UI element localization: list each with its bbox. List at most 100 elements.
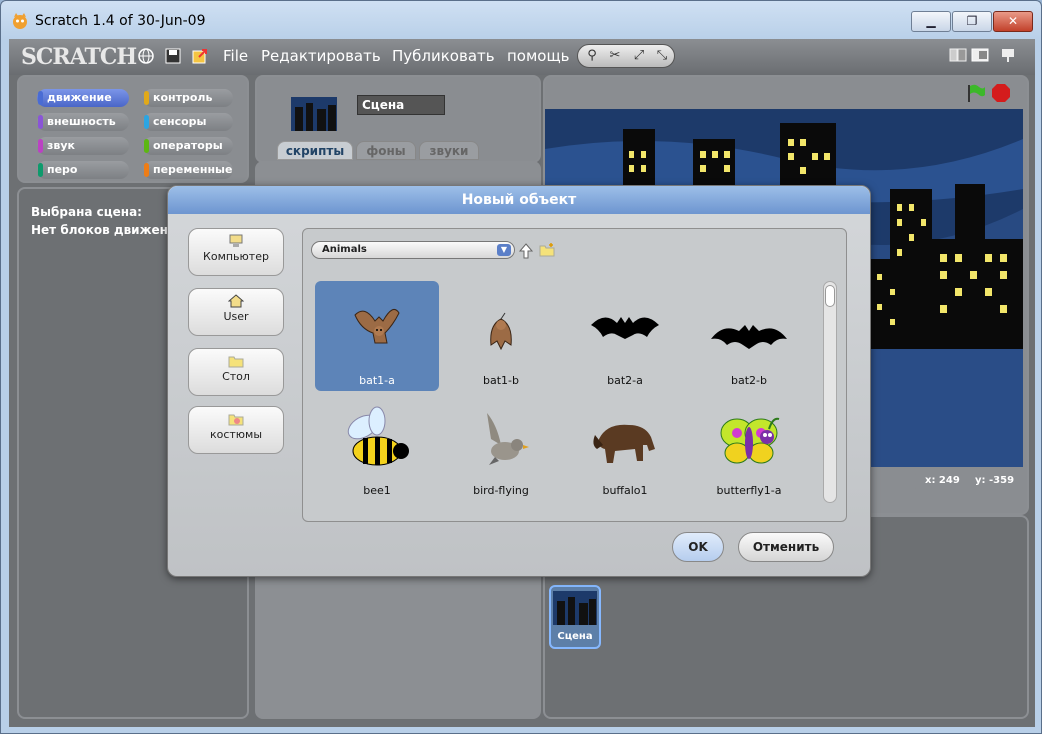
palette-text-2: Нет блоков движения xyxy=(31,223,185,237)
coord-y: y: -359 xyxy=(975,475,1015,486)
grow-tool-icon[interactable]: ⤢ xyxy=(628,48,650,66)
category-control[interactable]: контроль xyxy=(143,89,233,107)
sprite-tools-group: ⚲ ✂ ⤢ ⤡ xyxy=(577,44,675,68)
bat-black-wide-image xyxy=(711,325,787,349)
application-window: Scratch 1.4 of 30-Jun-09 ▁ ❐ ✕ SCRATCH F… xyxy=(0,0,1042,734)
costume-item[interactable]: bee1 xyxy=(315,391,439,501)
sprite-name-field[interactable]: Сцена xyxy=(357,95,445,115)
shrink-tool-icon[interactable]: ⤡ xyxy=(651,48,673,66)
costume-label: butterfly1-a xyxy=(716,484,782,497)
dialog-title: Новый объект xyxy=(168,186,870,214)
costume-label: bat1-a xyxy=(359,374,395,387)
home-icon xyxy=(228,294,244,308)
costume-label: bee1 xyxy=(363,484,391,497)
bat-black-image xyxy=(591,317,659,339)
stage-thumbnail xyxy=(291,97,337,131)
category-label: сенсоры xyxy=(153,115,207,128)
menu-edit[interactable]: Редактировать xyxy=(261,47,381,65)
category-variables[interactable]: переменные xyxy=(143,161,233,179)
scrollbar-thumb[interactable] xyxy=(825,285,835,307)
computer-button[interactable]: Компьютер xyxy=(188,228,284,276)
costume-item[interactable]: butterfly1-a xyxy=(687,391,811,501)
globe-icon[interactable] xyxy=(137,47,155,65)
cancel-button[interactable]: Отменить xyxy=(738,532,834,562)
tab-scripts[interactable]: скрипты xyxy=(277,141,353,160)
folder-dropdown[interactable]: Animals ▼ xyxy=(311,241,515,259)
new-folder-icon[interactable] xyxy=(539,243,555,257)
share-icon[interactable] xyxy=(191,47,209,65)
scratch-logo: SCRATCH xyxy=(21,44,137,70)
user-button[interactable]: User xyxy=(188,288,284,336)
costume-label: bat2-a xyxy=(607,374,643,387)
category-motion[interactable]: движение xyxy=(37,89,129,107)
green-flag-icon[interactable] xyxy=(965,83,987,103)
stage-tile-label: Сцена xyxy=(557,631,593,642)
desktop-button-label: Стол xyxy=(222,370,250,383)
maximize-button[interactable]: ❐ xyxy=(952,11,992,32)
costume-item[interactable]: bat1-b xyxy=(439,281,563,391)
costume-item[interactable]: buffalo1 xyxy=(563,391,687,501)
butterfly-image xyxy=(720,417,780,464)
bee-image xyxy=(347,406,409,466)
chevron-down-icon: ▼ xyxy=(497,244,511,256)
file-browser: Animals ▼ bat1-a bat1-b bat2-a bat2-b be… xyxy=(302,228,847,522)
coord-x: x: 249 xyxy=(925,475,960,486)
category-label: внешность xyxy=(47,115,116,128)
stage-tile-thumbnail xyxy=(553,591,597,625)
stop-icon[interactable] xyxy=(991,83,1011,103)
stage-sprite-tile[interactable]: Сцена xyxy=(549,585,601,649)
category-operators[interactable]: операторы xyxy=(143,137,233,155)
tab-sounds[interactable]: звуки xyxy=(419,141,479,160)
menu-help[interactable]: помощь xyxy=(507,47,569,65)
category-sensing[interactable]: сенсоры xyxy=(143,113,233,131)
buffalo-image xyxy=(593,424,655,463)
desktop-button[interactable]: Стол xyxy=(188,348,284,396)
title-bar[interactable]: Scratch 1.4 of 30-Jun-09 ▁ ❐ ✕ xyxy=(1,1,1041,39)
folder-name: Animals xyxy=(322,244,367,255)
bat-brown-image xyxy=(354,308,400,344)
costume-item[interactable]: bat2-b xyxy=(687,281,811,391)
category-label: операторы xyxy=(153,139,223,152)
costume-label: bat1-b xyxy=(483,374,519,387)
folder-icon xyxy=(228,356,244,368)
costume-label: bat2-b xyxy=(731,374,767,387)
presentation-mode-icon[interactable] xyxy=(999,47,1017,63)
costumes-button-label: костюмы xyxy=(209,428,263,441)
small-stage-icon[interactable] xyxy=(949,47,967,63)
minimize-button[interactable]: ▁ xyxy=(911,11,951,32)
category-label: звук xyxy=(47,139,75,152)
category-looks[interactable]: внешность xyxy=(37,113,129,131)
tab-backgrounds[interactable]: фоны xyxy=(356,141,416,160)
mouse-coordinates: x: 249 y: -359 xyxy=(915,471,1023,491)
close-button[interactable]: ✕ xyxy=(993,11,1033,32)
menu-bar: SCRATCH File Редактировать Публиковать п… xyxy=(9,39,1035,75)
costume-item[interactable]: bat1-a xyxy=(315,281,439,391)
cut-tool-icon[interactable]: ✂ xyxy=(604,48,626,66)
stamp-tool-icon[interactable]: ⚲ xyxy=(581,48,603,66)
category-label: переменные xyxy=(153,163,233,176)
up-folder-icon[interactable] xyxy=(519,243,533,259)
bat-hanging-image xyxy=(490,312,512,351)
category-sound[interactable]: звук xyxy=(37,137,129,155)
costumes-button[interactable]: костюмы xyxy=(188,406,284,454)
save-icon[interactable] xyxy=(164,47,182,65)
category-label: перо xyxy=(47,163,78,176)
costume-item[interactable]: bat2-a xyxy=(563,281,687,391)
costume-label: buffalo1 xyxy=(602,484,648,497)
categories-panel: движение контроль внешность сенсоры звук… xyxy=(17,75,249,183)
category-label: движение xyxy=(47,91,112,104)
scratch-cat-icon xyxy=(13,13,27,29)
category-label: контроль xyxy=(153,91,213,104)
window-title: Scratch 1.4 of 30-Jun-09 xyxy=(35,13,206,29)
costume-label: bird-flying xyxy=(473,484,529,497)
menu-file[interactable]: File xyxy=(223,47,248,65)
file-list-scrollbar[interactable] xyxy=(823,281,837,503)
palette-text-1: Выбрана сцена: xyxy=(31,205,142,219)
computer-icon xyxy=(229,234,243,247)
menu-share[interactable]: Публиковать xyxy=(392,47,495,65)
costume-item[interactable]: bird-flying xyxy=(439,391,563,501)
category-pen[interactable]: перо xyxy=(37,161,129,179)
new-sprite-dialog: Новый объект Компьютер User Стол костюмы… xyxy=(167,185,871,577)
normal-stage-icon[interactable] xyxy=(971,47,989,63)
ok-button[interactable]: OK xyxy=(672,532,724,562)
